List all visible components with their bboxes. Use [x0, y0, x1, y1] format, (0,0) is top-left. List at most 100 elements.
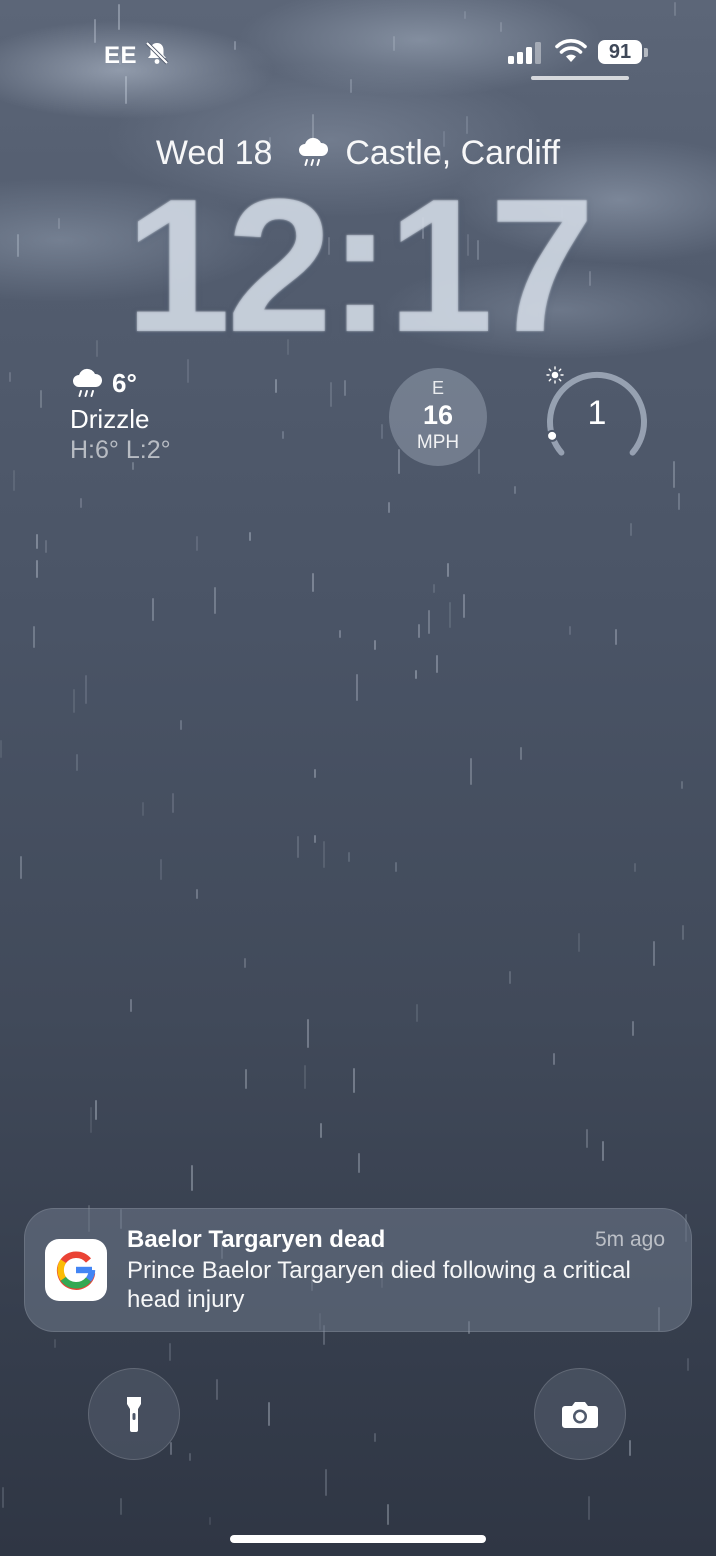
rain-streak [634, 863, 636, 872]
control-center-grabber[interactable] [531, 76, 629, 80]
rain-streak [687, 1358, 689, 1371]
rain-streak [275, 379, 277, 393]
rain-streak [673, 461, 675, 488]
rain-streak [395, 862, 397, 872]
rain-streak [120, 1498, 122, 1515]
rain-streak [615, 629, 617, 645]
rain-streak [160, 859, 162, 880]
rain-streak [678, 493, 680, 510]
weather-widget[interactable]: 6° Drizzle H:6° L:2° [70, 366, 270, 476]
rain-streak [214, 587, 216, 614]
battery-tip [644, 48, 648, 57]
rain-streak [85, 675, 87, 704]
rain-streak [463, 594, 465, 618]
rain-streak [180, 720, 182, 730]
rain-streak [9, 372, 11, 382]
wind-speed: 16 [422, 400, 454, 430]
home-indicator[interactable] [230, 1535, 486, 1543]
rain-streak [674, 2, 676, 16]
rain-streak [588, 1496, 590, 1520]
rain-streak [653, 941, 655, 966]
notification-card[interactable]: Baelor Targaryen dead 5m ago Prince Bael… [24, 1208, 692, 1332]
rain-streak [344, 380, 346, 396]
rain-streak [191, 1165, 193, 1191]
rain-streak [118, 4, 120, 30]
camera-button[interactable] [534, 1368, 626, 1460]
sun-icon [546, 366, 564, 384]
rain-streak [142, 802, 144, 816]
rain-streak [76, 754, 78, 771]
weather-temperature: 6° [112, 367, 137, 398]
rain-streak [20, 856, 22, 879]
flashlight-button[interactable] [88, 1368, 180, 1460]
rain-streak [374, 640, 376, 650]
carrier-name: EE [104, 42, 138, 69]
rain-streak [681, 781, 683, 789]
rain-streak [196, 536, 198, 551]
rain-streak [387, 1504, 389, 1525]
bell-slash-icon [145, 41, 169, 65]
rain-streak [323, 841, 325, 868]
rain-streak [297, 836, 299, 858]
rain-streak [339, 630, 341, 638]
rain-streak [632, 1021, 634, 1036]
rain-streak [80, 498, 82, 508]
battery-indicator: 91 [598, 40, 650, 66]
rain-streak [90, 1107, 92, 1133]
rain-streak [36, 560, 38, 578]
rain-streak [416, 1004, 418, 1022]
rain-streak [36, 534, 38, 549]
status-bar: EE 91 [0, 28, 716, 78]
rain-streak [374, 1433, 376, 1442]
cellular-signal-icon [508, 42, 541, 64]
rain-streak [13, 470, 15, 491]
rain-streak [169, 1343, 171, 1361]
wind-direction: E [431, 378, 444, 398]
rain-streak [353, 1068, 355, 1093]
rain-streak [244, 958, 246, 968]
rain-streak [436, 655, 438, 673]
wifi-icon [555, 39, 587, 62]
rain-streak [464, 11, 466, 19]
rain-streak [325, 1469, 327, 1496]
rain-streak [152, 598, 154, 621]
rain-streak [602, 1141, 604, 1161]
rain-streak [130, 999, 132, 1012]
rain-streak [569, 626, 571, 635]
uv-index-value: 1 [587, 394, 607, 432]
google-app-icon [45, 1239, 107, 1301]
wind-widget[interactable]: E 16 MPH [389, 368, 487, 466]
rain-streak [449, 602, 451, 628]
rain-streak [470, 758, 472, 785]
rain-streak [304, 1065, 306, 1089]
rain-streak [216, 1379, 218, 1400]
rain-streak [418, 624, 420, 638]
rain-streak [630, 523, 632, 536]
rain-streak [320, 1123, 322, 1138]
rain-streak [381, 424, 383, 439]
rain-streak [45, 540, 47, 553]
rain-streak [314, 769, 316, 778]
rain-streak [578, 933, 580, 952]
rain-streak [433, 584, 435, 593]
rain-streak [356, 674, 358, 701]
google-icon [56, 1251, 96, 1290]
camera-icon [562, 1402, 598, 1428]
notification-time: 5m ago [594, 1228, 665, 1251]
lock-screen-clock: 12:17 [125, 160, 595, 372]
rain-streak [629, 1440, 631, 1456]
rain-streak [189, 1453, 191, 1461]
uv-index-widget[interactable]: 1 [546, 366, 648, 468]
rain-streak [415, 670, 417, 679]
rain-streak [2, 1487, 4, 1508]
rain-streak [682, 925, 684, 940]
rain-streak [586, 1129, 588, 1148]
notification-title: Baelor Targaryen dead [127, 1226, 386, 1253]
rain-streak [33, 626, 35, 648]
rain-streak [95, 1100, 97, 1120]
rain-streak [514, 486, 516, 494]
rain-streak [268, 1402, 270, 1426]
rain-streak [54, 1339, 56, 1348]
rain-streak [358, 1153, 360, 1173]
notification-body: Prince Baelor Targaryen died following a… [127, 1257, 631, 1313]
